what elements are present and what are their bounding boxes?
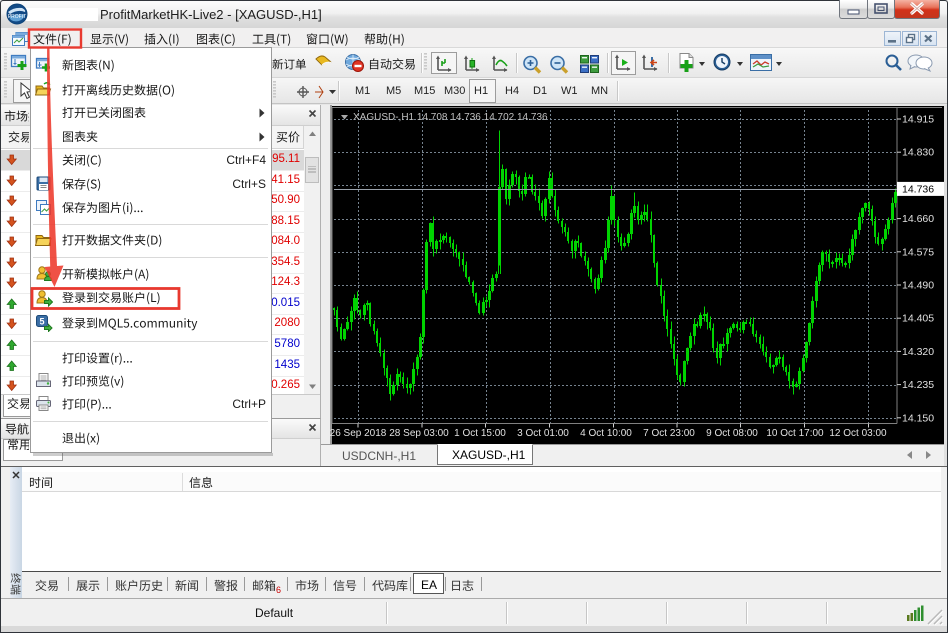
svg-text:PROFIT: PROFIT xyxy=(8,14,26,20)
svg-text:10 Oct 17:00: 10 Oct 17:00 xyxy=(766,428,824,439)
svg-text:14.405: 14.405 xyxy=(902,313,934,325)
svg-text:5: 5 xyxy=(39,317,44,327)
svg-text:14.660: 14.660 xyxy=(902,213,934,225)
svg-text:14.736: 14.736 xyxy=(902,183,934,195)
svg-text:1 Oct 15:00: 1 Oct 15:00 xyxy=(454,428,506,439)
svg-text:14.320: 14.320 xyxy=(902,346,934,358)
svg-text:9 Oct 08:00: 9 Oct 08:00 xyxy=(706,428,758,439)
svg-text:26 Sep 2018: 26 Sep 2018 xyxy=(330,428,387,439)
svg-text:7 Oct 23:00: 7 Oct 23:00 xyxy=(643,428,695,439)
svg-text:12 Oct 03:00: 12 Oct 03:00 xyxy=(829,428,887,439)
svg-text:4 Oct 10:00: 4 Oct 10:00 xyxy=(580,428,632,439)
svg-text:14.490: 14.490 xyxy=(902,280,934,292)
svg-text:28 Sep 03:00: 28 Sep 03:00 xyxy=(389,428,449,439)
svg-text:14.575: 14.575 xyxy=(902,246,934,258)
svg-text:14.830: 14.830 xyxy=(902,147,934,159)
svg-text:XAGUSD-,H1 14.708 14.736 14.70: XAGUSD-,H1 14.708 14.736 14.702 14.736 xyxy=(353,112,548,123)
svg-text:14.235: 14.235 xyxy=(902,379,934,391)
svg-text:14.915: 14.915 xyxy=(902,114,934,126)
svg-text:3 Oct 01:00: 3 Oct 01:00 xyxy=(517,428,569,439)
svg-text:14.150: 14.150 xyxy=(902,412,934,424)
